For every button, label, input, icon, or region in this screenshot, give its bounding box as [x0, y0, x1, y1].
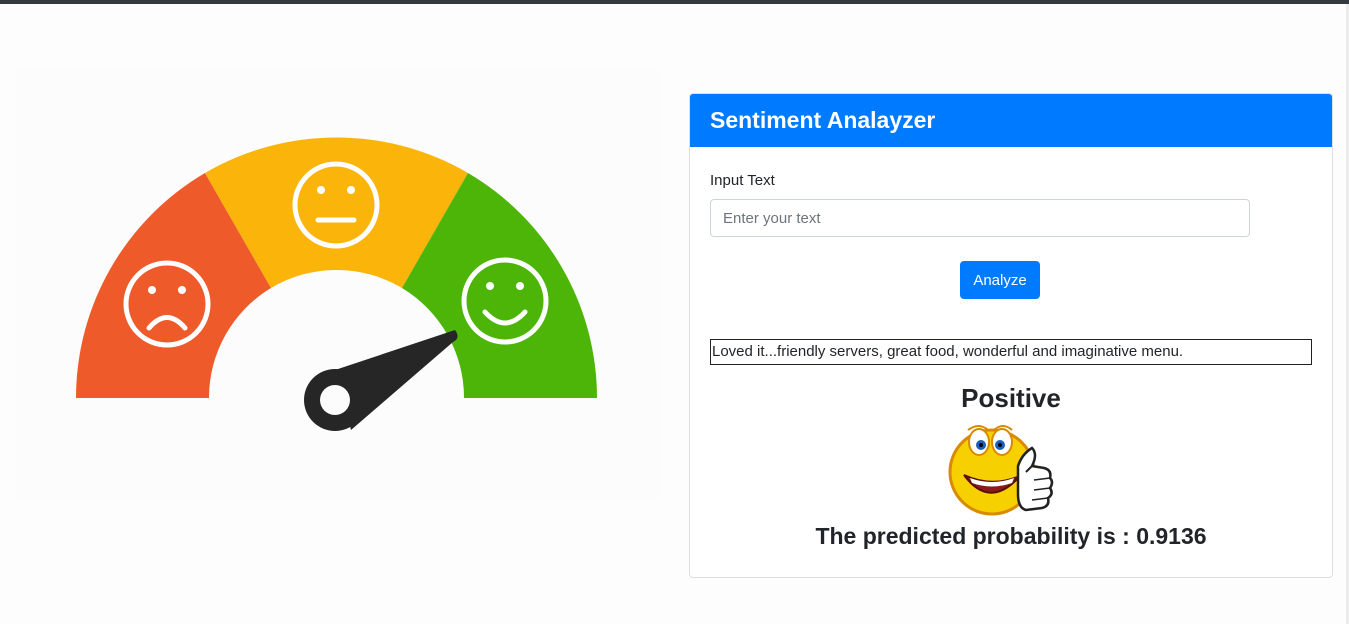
sentiment-label: Positive — [961, 383, 1061, 413]
review-text: Loved it...friendly servers, great food,… — [710, 339, 1312, 365]
analyze-button[interactable]: Analyze — [960, 261, 1040, 299]
thumbs-up-smiley-icon — [948, 425, 1054, 516]
probability-prefix: The predicted probability is : — [815, 523, 1137, 549]
gauge-needle — [304, 330, 458, 431]
text-input[interactable] — [710, 199, 1250, 237]
top-bar — [0, 0, 1349, 4]
predicted-probability: The predicted probability is : 0.9136 — [690, 523, 1332, 550]
sentiment-gauge-image — [15, 70, 660, 500]
card-body: Input Text Analyze Loved it...friendly s… — [690, 147, 1332, 577]
card-title: Sentiment Analayzer — [690, 94, 1332, 147]
probability-value: 0.9136 — [1136, 523, 1207, 549]
input-text-label: Input Text — [710, 172, 775, 189]
sentiment-analyzer-card: Sentiment Analayzer Input Text Analyze L… — [689, 93, 1333, 578]
gauge-svg — [76, 137, 597, 431]
